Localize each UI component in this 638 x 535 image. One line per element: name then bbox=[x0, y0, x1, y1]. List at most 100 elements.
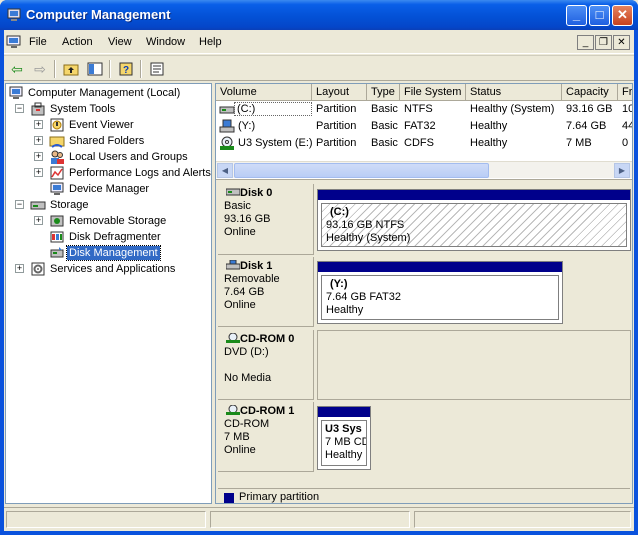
disk-management-icon bbox=[50, 247, 64, 258]
tools-icon bbox=[31, 102, 45, 116]
scroll-left-button[interactable]: ◀ bbox=[217, 163, 233, 178]
tree-item-shared-folders[interactable]: + Shared Folders bbox=[8, 133, 208, 149]
tree-item-device-manager[interactable]: Device Manager bbox=[8, 181, 208, 197]
tree-item-local-users[interactable]: + Local Users and Groups bbox=[8, 149, 208, 165]
folder-up-icon bbox=[63, 64, 79, 76]
svg-text:?: ? bbox=[123, 65, 129, 76]
tree-label: Removable Storage bbox=[69, 215, 167, 227]
volume-row[interactable]: (Y:) Partition Basic FAT32 Healthy 7.64 … bbox=[216, 118, 632, 135]
disk-type: CD-ROM bbox=[224, 418, 270, 430]
tree-item-disk-management[interactable]: Disk Management bbox=[8, 245, 208, 261]
scrollbar-thumb[interactable] bbox=[234, 163, 489, 178]
partition-legend: Primary partition bbox=[218, 488, 630, 503]
partition-u3-system[interactable]: U3 Sys 7 MB CD Healthy bbox=[317, 406, 371, 470]
tree-item-event-viewer[interactable]: + Event Viewer bbox=[8, 117, 208, 133]
status-panel bbox=[210, 511, 410, 528]
mdi-close-button[interactable]: ✕ bbox=[613, 35, 630, 50]
tree-item-storage[interactable]: − Storage bbox=[8, 197, 208, 213]
mmc-system-menu-icon[interactable] bbox=[6, 35, 22, 49]
partition-y[interactable]: (Y:) 7.64 GB FAT32 Healthy bbox=[317, 261, 563, 324]
menu-file[interactable]: File bbox=[29, 36, 47, 48]
disk-size: 93.16 GB bbox=[224, 213, 271, 225]
close-button[interactable]: ✕ bbox=[612, 5, 633, 26]
app-window: Computer Management _ □ ✕ File Action Vi… bbox=[0, 0, 638, 535]
tree-label: Local Users and Groups bbox=[69, 151, 188, 163]
help-book-icon: ? bbox=[119, 62, 133, 76]
title-bar[interactable]: Computer Management _ □ ✕ bbox=[0, 0, 638, 30]
up-one-level-button[interactable] bbox=[60, 59, 82, 79]
disk-label-disk-0[interactable]: Disk 0 Basic 93.16 GB Online bbox=[218, 184, 314, 255]
maximize-button[interactable]: □ bbox=[589, 5, 610, 26]
properties-button[interactable] bbox=[146, 59, 168, 79]
volume-row[interactable]: U3 System (E:) Partition Basic CDFS Heal… bbox=[216, 135, 632, 152]
console-tree-icon bbox=[87, 62, 103, 76]
forward-button[interactable]: ⇨ bbox=[29, 59, 51, 79]
removable-drive-icon bbox=[219, 119, 235, 133]
tree-item-disk-defragmenter[interactable]: Disk Defragmenter bbox=[8, 229, 208, 245]
disk-label-cdrom-0[interactable]: CD-ROM 0 DVD (D:) No Media bbox=[218, 330, 314, 400]
disk-type: Basic bbox=[224, 200, 251, 212]
expand-icon[interactable]: + bbox=[15, 264, 24, 273]
horizontal-scrollbar[interactable]: ◀ ▶ bbox=[216, 161, 632, 178]
volume-name: (Y:) bbox=[238, 120, 256, 132]
volume-layout: Partition bbox=[316, 120, 357, 132]
primary-partition-swatch bbox=[224, 493, 234, 503]
disk-name: Disk 1 bbox=[224, 260, 307, 273]
column-header-free[interactable]: Fr bbox=[618, 84, 632, 101]
back-button[interactable]: ⇦ bbox=[6, 59, 28, 79]
tree-item-computer-management[interactable]: Computer Management (Local) bbox=[8, 85, 208, 101]
mdi-minimize-button[interactable]: _ bbox=[577, 35, 594, 50]
removable-storage-icon bbox=[50, 215, 64, 227]
no-media-area bbox=[317, 330, 631, 400]
volume-type: Basic bbox=[371, 137, 398, 149]
volume-name: U3 System (E:) bbox=[238, 137, 312, 149]
performance-icon bbox=[50, 166, 64, 180]
disk-label-disk-1[interactable]: Disk 1 Removable 7.64 GB Online bbox=[218, 257, 314, 327]
menu-window[interactable]: Window bbox=[146, 36, 185, 48]
collapse-icon[interactable]: − bbox=[15, 104, 24, 113]
show-hide-tree-button[interactable] bbox=[84, 59, 106, 79]
collapse-icon[interactable]: − bbox=[15, 200, 24, 209]
column-header-volume[interactable]: Volume bbox=[216, 84, 312, 101]
details-pane: Volume Layout Type File System Status Ca… bbox=[215, 83, 633, 504]
disk-state: Online bbox=[224, 226, 256, 238]
shared-folders-icon bbox=[49, 136, 65, 148]
tree-item-services-and-applications[interactable]: + Services and Applications bbox=[8, 261, 208, 277]
tree-item-removable-storage[interactable]: + Removable Storage bbox=[8, 213, 208, 229]
tree-item-system-tools[interactable]: − System Tools bbox=[8, 101, 208, 117]
expand-icon[interactable]: + bbox=[34, 168, 43, 177]
device-manager-icon bbox=[50, 182, 64, 195]
column-header-capacity[interactable]: Capacity bbox=[562, 84, 618, 101]
toolbar-separator bbox=[54, 60, 56, 78]
menu-action[interactable]: Action bbox=[62, 36, 93, 48]
help-button[interactable]: ? bbox=[115, 59, 137, 79]
expand-icon[interactable]: + bbox=[34, 136, 43, 145]
column-header-type[interactable]: Type bbox=[367, 84, 400, 101]
properties-icon bbox=[150, 62, 164, 76]
column-header-file-system[interactable]: File System bbox=[400, 84, 466, 101]
menu-help[interactable]: Help bbox=[199, 36, 222, 48]
scroll-right-button[interactable]: ▶ bbox=[614, 163, 630, 178]
disk-state: Online bbox=[224, 299, 256, 311]
expand-icon[interactable]: + bbox=[34, 216, 43, 225]
tree-item-performance-logs[interactable]: + Performance Logs and Alerts bbox=[8, 165, 211, 181]
mdi-restore-button[interactable]: ❐ bbox=[595, 35, 612, 50]
users-icon bbox=[51, 150, 64, 164]
volume-free: 10 bbox=[622, 103, 632, 115]
partition-size-fs: 93.16 GB NTFS bbox=[326, 219, 405, 231]
tree-label: Performance Logs and Alerts bbox=[69, 167, 211, 179]
console-tree: Computer Management (Local) − System Too… bbox=[5, 83, 212, 504]
expand-icon[interactable]: + bbox=[34, 152, 43, 161]
disk-label-cdrom-1[interactable]: CD-ROM 1 CD-ROM 7 MB Online bbox=[218, 402, 314, 472]
volume-free: 0 bbox=[622, 137, 629, 149]
partition-size-fs: 7.64 GB FAT32 bbox=[326, 291, 402, 303]
removable-disk-icon bbox=[226, 260, 240, 270]
expand-icon[interactable]: + bbox=[34, 120, 43, 129]
minimize-button[interactable]: _ bbox=[566, 5, 587, 26]
partition-c[interactable]: (C:) 93.16 GB NTFS Healthy (System) bbox=[317, 189, 631, 251]
column-header-layout[interactable]: Layout bbox=[312, 84, 367, 101]
volume-row[interactable]: (C:) Partition Basic NTFS Healthy (Syste… bbox=[216, 101, 632, 118]
menu-view[interactable]: View bbox=[108, 36, 132, 48]
volume-status: Healthy bbox=[470, 137, 508, 149]
column-header-status[interactable]: Status bbox=[466, 84, 562, 101]
